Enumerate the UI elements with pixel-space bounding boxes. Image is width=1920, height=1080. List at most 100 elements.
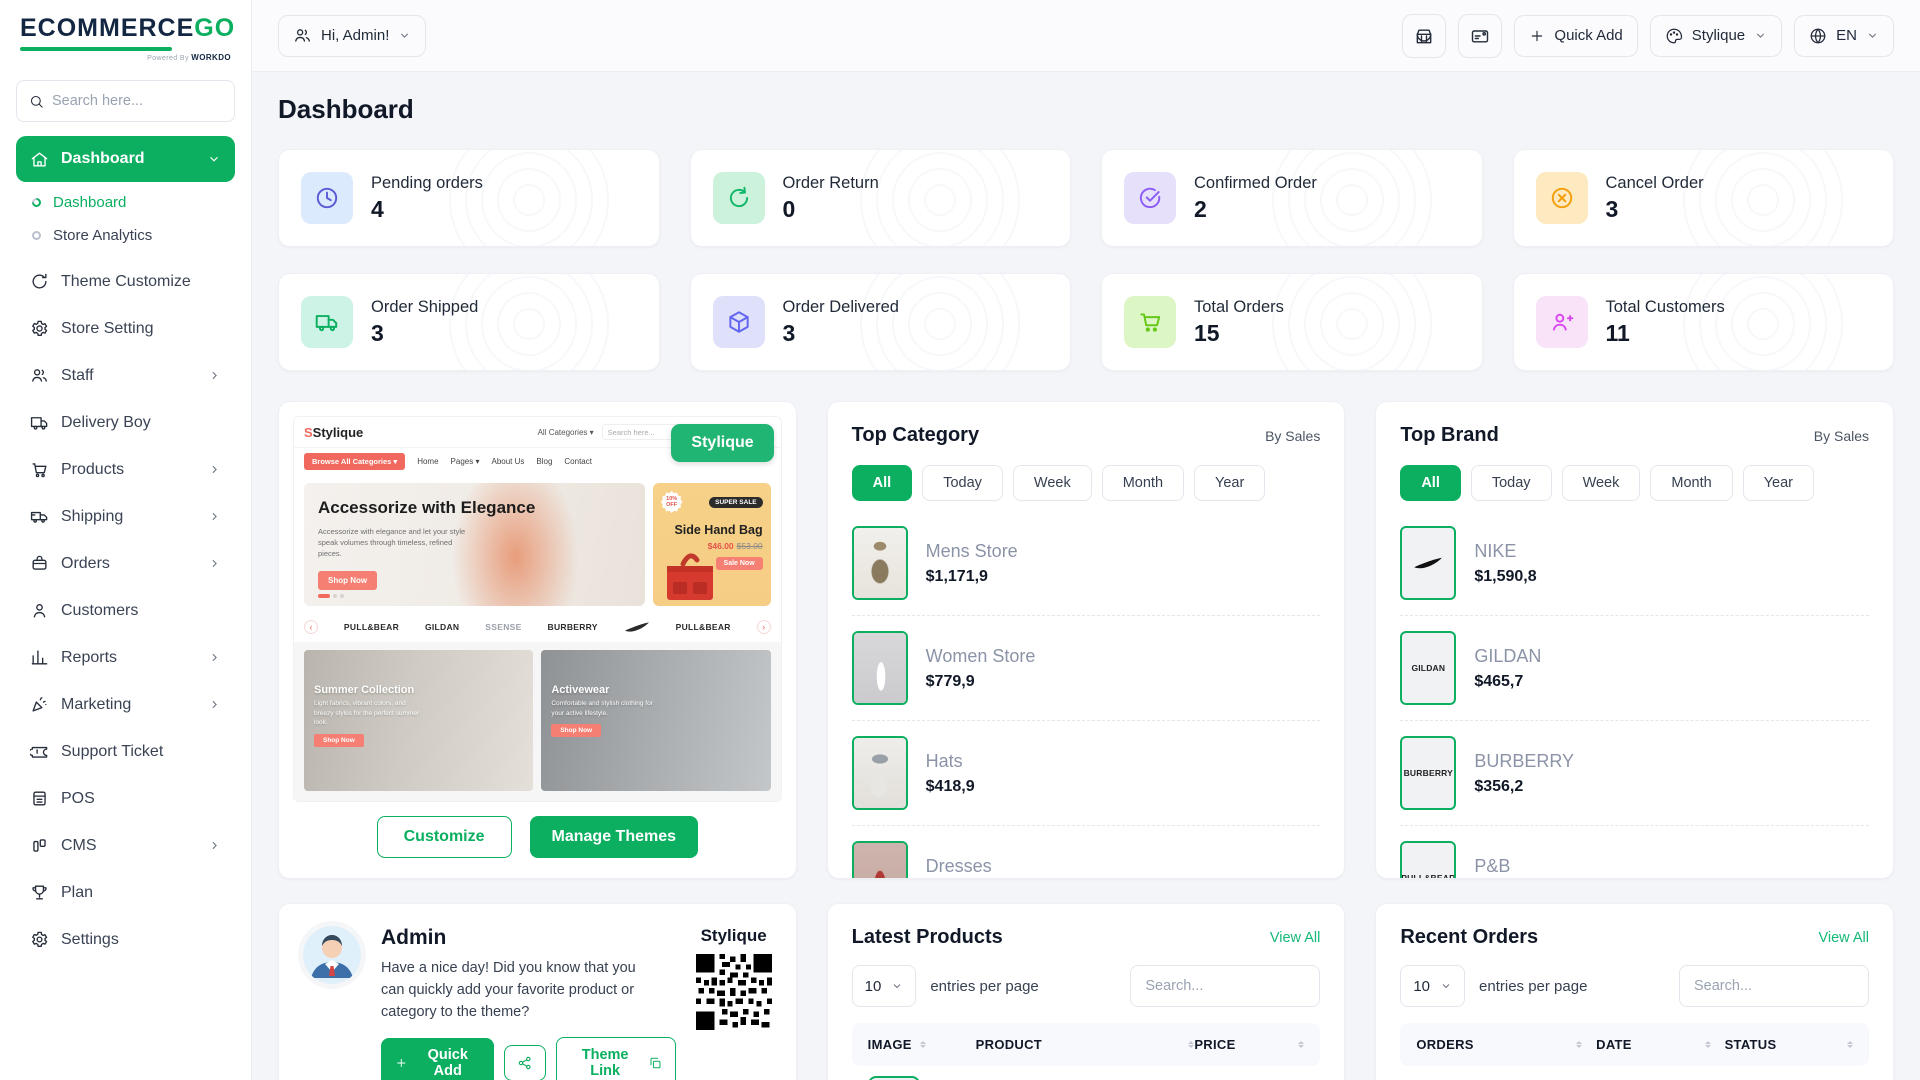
mini-promo-card: 10%OFF SUPER SALE Side Hand Bag $46.00$5… — [653, 483, 771, 606]
chevron-right-icon — [208, 510, 221, 523]
sidebar-item-cms[interactable]: CMS — [16, 822, 235, 869]
stat-confirmed-order: Confirmed Order2 — [1101, 149, 1483, 247]
powered-by-label: Powered By — [147, 55, 189, 62]
theme-preview-card: Stylique SStylique All Categories ▾ Sear… — [278, 401, 797, 879]
user-menu-button[interactable]: Hi, Admin! — [278, 15, 426, 57]
language-select-button[interactable]: EN — [1794, 15, 1894, 57]
stat-order-shipped: Order Shipped3 — [278, 273, 660, 371]
stat-total-customers: Total Customers11 — [1513, 273, 1895, 371]
theme-customize-icon — [30, 272, 49, 291]
storefront-icon — [1414, 26, 1434, 46]
sidebar-item-customers[interactable]: Customers — [16, 587, 235, 634]
sidebar-item-settings[interactable]: Settings — [16, 916, 235, 963]
mini-tile-summer-collection: Summer Collection Light fabrics, vibrant… — [304, 650, 533, 791]
entries-per-page-select[interactable]: 10 — [1400, 965, 1465, 1007]
brand-logo[interactable]: ECOMMERCEGO Powered By WORKDO — [16, 0, 235, 68]
products-search-input[interactable] — [1130, 965, 1320, 1007]
clock-icon — [314, 185, 340, 211]
x-circle-icon — [1549, 185, 1575, 211]
mini-categories-dropdown: All Categories ▾ — [538, 428, 594, 437]
sidebar-item-staff[interactable]: Staff — [16, 352, 235, 399]
chevron-right-icon — [208, 369, 221, 382]
latest-products-title: Latest Products — [852, 926, 1003, 949]
tab-all[interactable]: All — [1400, 465, 1461, 501]
column-orders[interactable]: ORDERS — [1416, 1037, 1596, 1052]
orders-icon — [30, 554, 49, 573]
product-row-partial — [852, 1066, 1321, 1080]
theme-link-button[interactable]: Theme Link — [556, 1037, 676, 1080]
qr-code — [696, 954, 772, 1030]
recent-orders-view-all[interactable]: View All — [1818, 930, 1869, 946]
sidebar-item-dashboard[interactable]: Dashboard — [16, 136, 235, 182]
stat-order-return: Order Return0 — [690, 149, 1072, 247]
latest-products-view-all[interactable]: View All — [1270, 930, 1321, 946]
dashboard-submenu: Dashboard Store Analytics — [16, 182, 235, 258]
brand-thumbnail-burberry: BURBERRY — [1400, 736, 1456, 810]
tab-today[interactable]: Today — [1471, 465, 1552, 501]
sidebar-item-marketing[interactable]: Marketing — [16, 681, 235, 728]
tab-year[interactable]: Year — [1194, 465, 1265, 501]
sidebar-item-orders[interactable]: Orders — [16, 540, 235, 587]
brand-thumbnail-pullbear: PULL&BEAR — [1400, 841, 1456, 879]
stat-total-orders: Total Orders15 — [1101, 273, 1483, 371]
sidebar-item-theme-customize[interactable]: Theme Customize — [16, 258, 235, 305]
customize-button[interactable]: Customize — [377, 816, 512, 858]
sidebar-item-products[interactable]: Products — [16, 446, 235, 493]
top-category-title: Top Category — [852, 424, 979, 447]
sidebar-subitem-store-analytics[interactable]: Store Analytics — [16, 219, 235, 252]
category-list-item: Dresses$183,7 — [852, 826, 1321, 879]
tab-week[interactable]: Week — [1013, 465, 1092, 501]
users-icon — [293, 26, 312, 45]
quick-add-button[interactable]: Quick Add — [1514, 15, 1637, 57]
sidebar-item-store-setting[interactable]: Store Setting — [16, 305, 235, 352]
discount-burst: 10%OFF — [661, 491, 683, 513]
plan-card-button[interactable] — [1458, 14, 1502, 58]
sidebar-search-input[interactable] — [52, 93, 222, 109]
middle-row: Stylique SStylique All Categories ▾ Sear… — [278, 401, 1894, 879]
share-button[interactable] — [504, 1045, 546, 1080]
column-status[interactable]: STATUS — [1725, 1037, 1853, 1052]
app-root: ECOMMERCEGO Powered By WORKDO Dashboard … — [0, 0, 1920, 1080]
sidebar-item-shipping[interactable]: Shipping — [16, 493, 235, 540]
tab-month[interactable]: Month — [1102, 465, 1184, 501]
brand-name-ecommerce: ECOMMERCE — [20, 14, 194, 42]
sidebar-item-delivery-boy[interactable]: Delivery Boy — [16, 399, 235, 446]
sidebar-item-reports[interactable]: Reports — [16, 634, 235, 681]
tab-all[interactable]: All — [852, 465, 913, 501]
top-brand-card: Top Brand By Sales All Today Week Month … — [1375, 401, 1894, 879]
category-list-item: Women Store$779,9 — [852, 616, 1321, 720]
tab-year[interactable]: Year — [1743, 465, 1814, 501]
column-date[interactable]: DATE — [1596, 1037, 1724, 1052]
mini-site-logo: SStylique — [304, 425, 363, 440]
theme-site-preview[interactable]: SStylique All Categories ▾ Search here..… — [293, 416, 782, 802]
orders-search-input[interactable] — [1679, 965, 1869, 1007]
bullet-icon — [32, 231, 41, 240]
sidebar-subitem-dashboard[interactable]: Dashboard — [16, 186, 235, 219]
category-list-item: Hats$418,9 — [852, 721, 1321, 825]
column-product[interactable]: PRODUCT — [976, 1037, 1195, 1052]
chevron-down-icon — [1754, 29, 1767, 42]
chevron-down-icon — [1440, 980, 1452, 992]
manage-themes-button[interactable]: Manage Themes — [530, 816, 698, 858]
sidebar-item-plan[interactable]: Plan — [16, 869, 235, 916]
globe-icon — [1809, 27, 1827, 45]
stat-cancel-order: Cancel Order3 — [1513, 149, 1895, 247]
tab-week[interactable]: Week — [1562, 465, 1641, 501]
theme-select-button[interactable]: Stylique — [1650, 15, 1782, 57]
brand-name-go: GO — [194, 14, 235, 42]
entries-per-page-select[interactable]: 10 — [852, 965, 917, 1007]
decorative-rings — [1262, 273, 1442, 371]
orders-table-header: ORDERS DATE STATUS — [1400, 1023, 1869, 1066]
storefront-button[interactable] — [1402, 14, 1446, 58]
tab-month[interactable]: Month — [1650, 465, 1732, 501]
column-image[interactable]: IMAGE — [868, 1037, 976, 1052]
tab-today[interactable]: Today — [922, 465, 1003, 501]
carousel-right-arrow: › — [757, 620, 771, 634]
chevron-right-icon — [208, 698, 221, 711]
sidebar-item-support-ticket[interactable]: Support Ticket — [16, 728, 235, 775]
sidebar-item-pos[interactable]: POS — [16, 775, 235, 822]
return-icon — [726, 185, 752, 211]
column-price[interactable]: PRICE — [1194, 1037, 1304, 1052]
admin-quick-add-button[interactable]: Quick Add — [381, 1038, 494, 1080]
category-list-item: Mens Store$1,171,9 — [852, 511, 1321, 615]
